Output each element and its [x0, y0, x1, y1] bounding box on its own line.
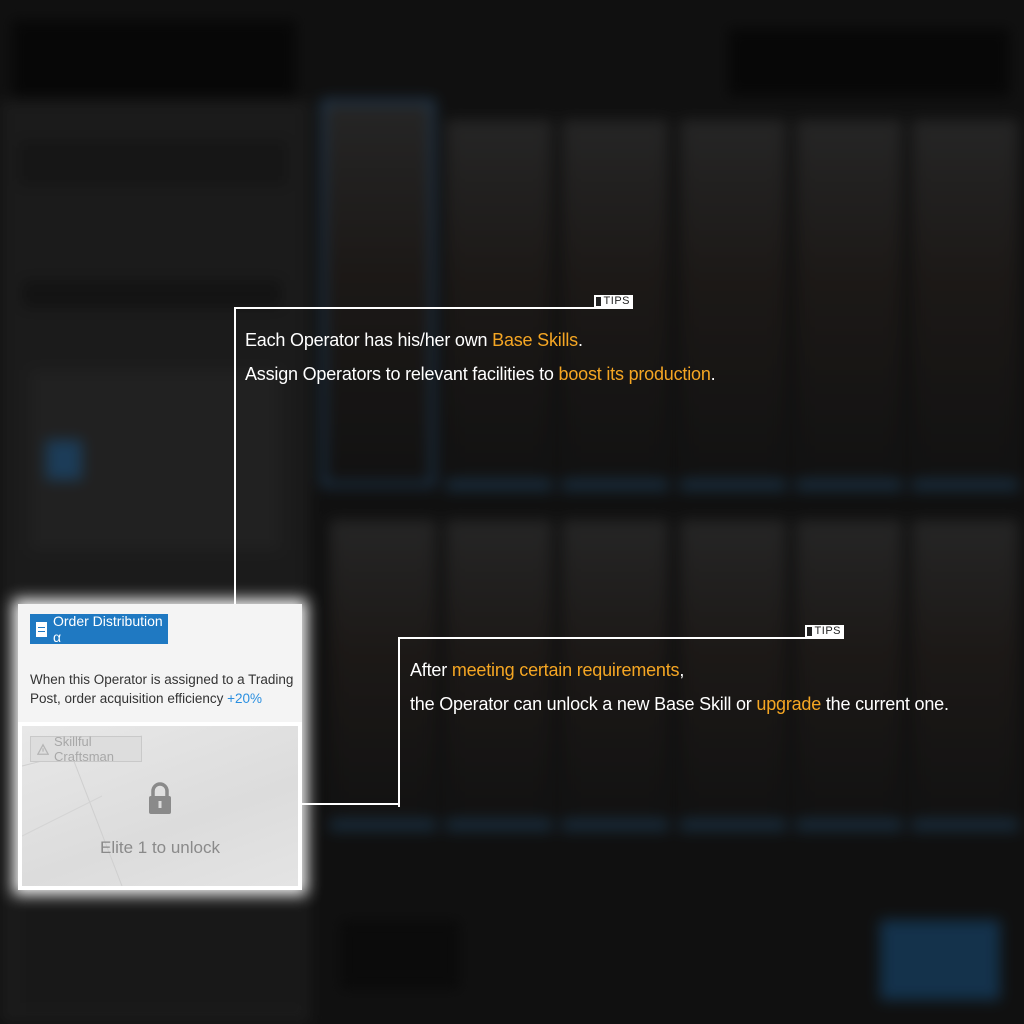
tip-2-line-1: After meeting certain requirements, — [410, 660, 685, 680]
tip-1-line-2: Assign Operators to relevant facilities … — [245, 364, 716, 384]
unlock-condition: Elite 1 to unlock — [99, 838, 220, 857]
highlight-text: meeting certain requirements — [451, 660, 680, 680]
tips-tag: TIPS — [804, 625, 844, 638]
base-skills-panel: Order Distribution α When this Operator … — [18, 604, 302, 890]
skill-bonus: +20% — [227, 691, 263, 706]
locked-skill-name: Skillful Craftsman — [54, 734, 114, 764]
skill-description: When this Operator is assigned to a Trad… — [30, 672, 294, 706]
highlight-text: upgrade — [756, 694, 822, 714]
highlight-text: boost its production — [558, 364, 711, 384]
tip-1-text: Each Operator has his/her own Base Skill… — [245, 323, 716, 391]
tips-tag: TIPS — [593, 295, 633, 308]
locked-skill-card[interactable]: Skillful Craftsman Elite 1 to unlock — [22, 726, 298, 886]
tip-connector-line — [302, 803, 400, 805]
tip-2-line-2: the Operator can unlock a new Base Skill… — [410, 694, 949, 714]
skill-name: Order Distribution α — [53, 613, 163, 645]
document-icon — [36, 621, 47, 637]
base-skill-card[interactable]: Order Distribution α When this Operator … — [18, 604, 302, 722]
lock-icon — [149, 782, 171, 814]
locked-skill-badge: Skillful Craftsman — [30, 734, 142, 764]
tip-2-text: After meeting certain requirements, the … — [410, 653, 949, 721]
warning-triangle-icon — [37, 742, 50, 755]
skill-name-badge: Order Distribution α — [30, 613, 168, 645]
highlight-text: Base Skills — [492, 330, 578, 350]
tip-1-line-1: Each Operator has his/her own Base Skill… — [245, 330, 583, 350]
